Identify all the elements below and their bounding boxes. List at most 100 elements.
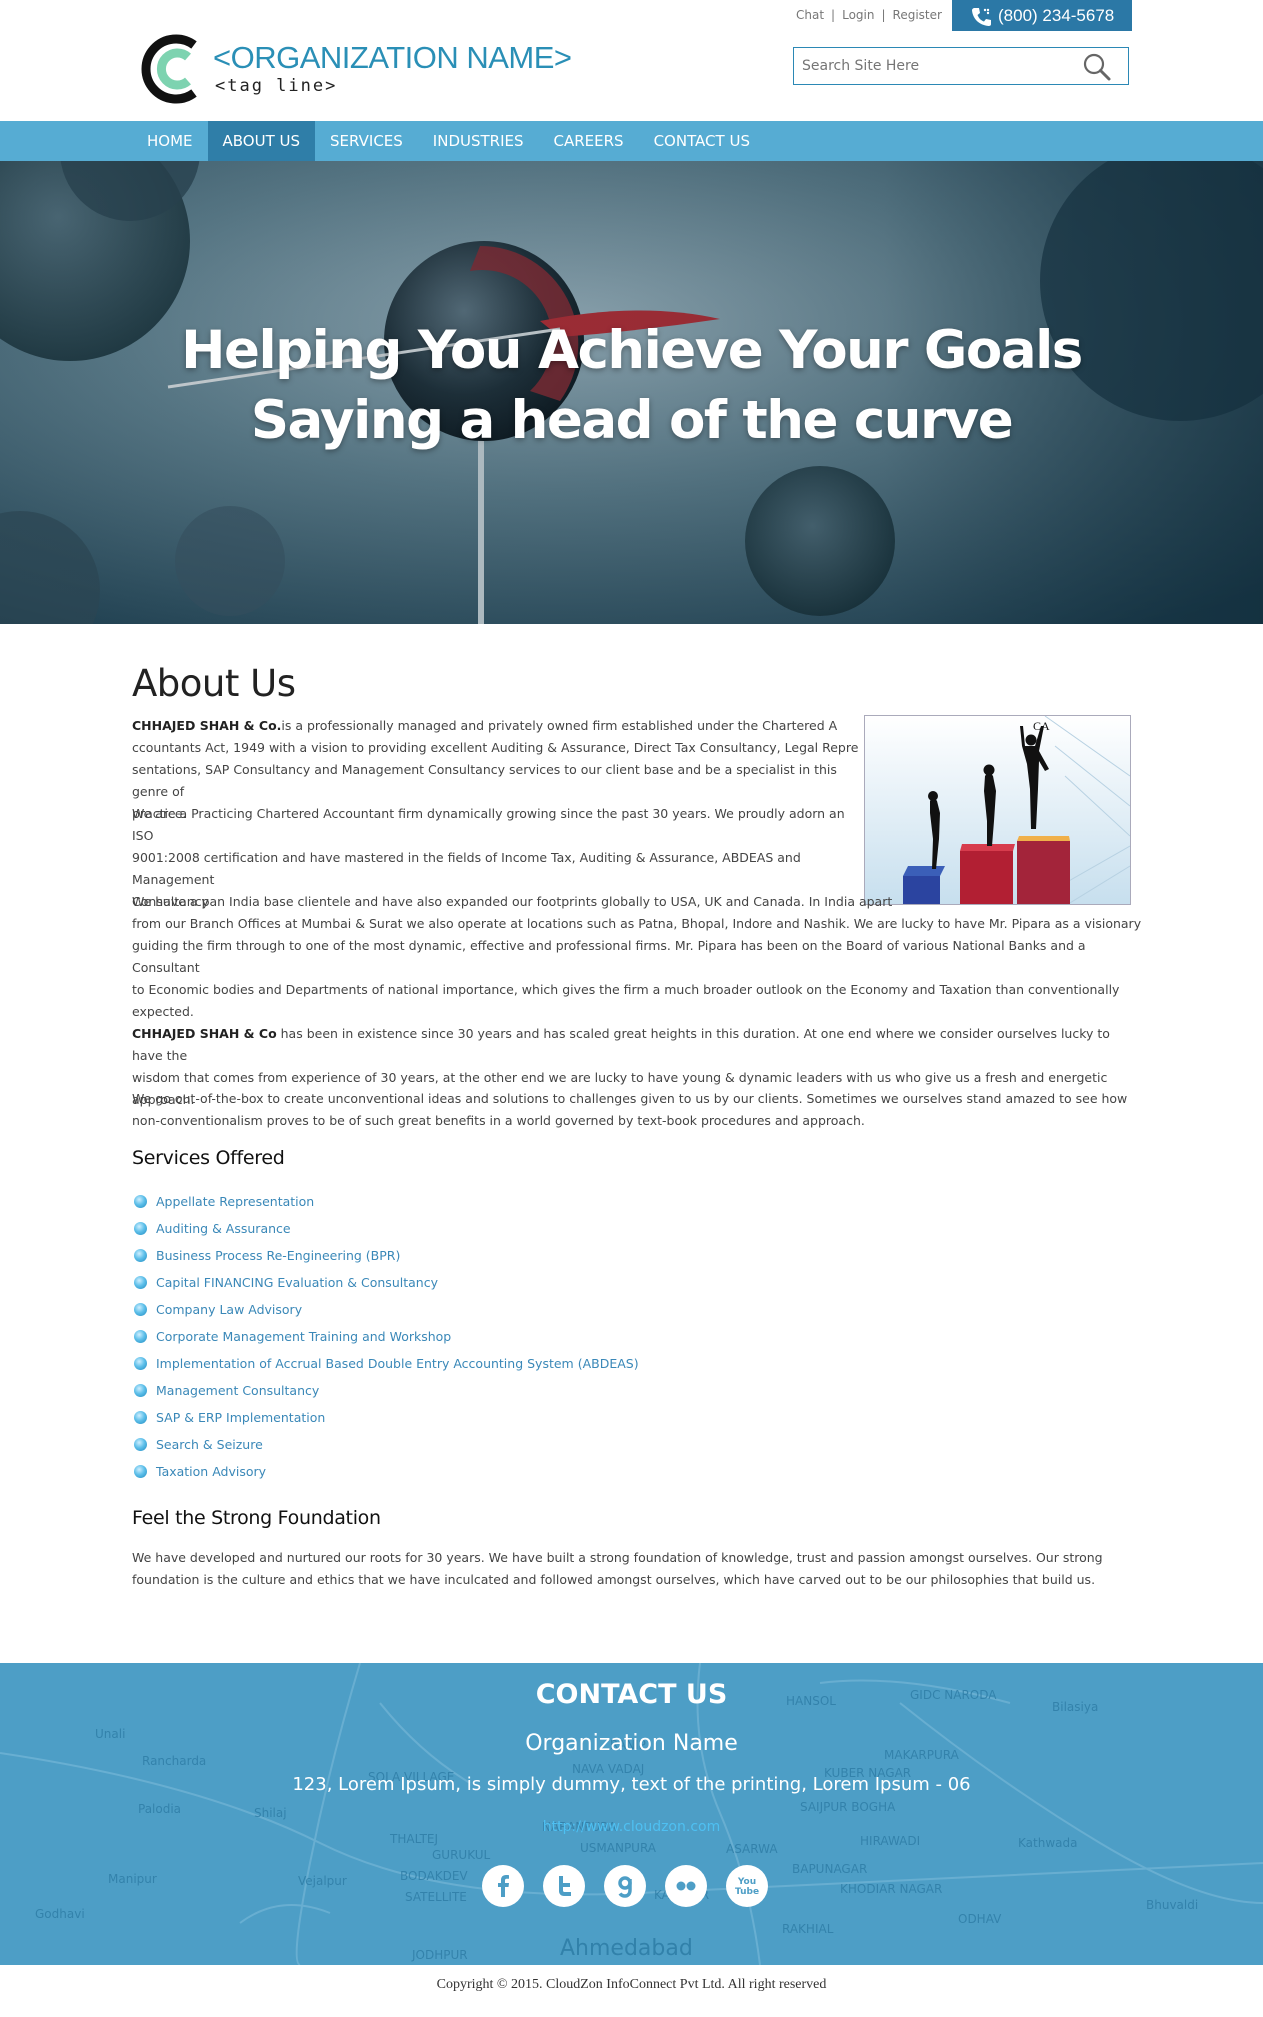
svg-text:Bhuvaldi: Bhuvaldi: [1146, 1898, 1198, 1912]
svg-text:Vejalpur: Vejalpur: [298, 1874, 347, 1888]
svg-text:ODHAV: ODHAV: [958, 1912, 1002, 1926]
service-item[interactable]: Corporate Management Training and Worksh…: [132, 1323, 639, 1350]
svg-text:Rancharda: Rancharda: [142, 1754, 206, 1768]
service-item[interactable]: Company Law Advisory: [132, 1296, 639, 1323]
podium-illustration: CA: [865, 716, 1130, 904]
svg-text:Palodia: Palodia: [138, 1802, 181, 1816]
svg-text:Shilaj: Shilaj: [254, 1806, 287, 1820]
nav-item-contact-us[interactable]: CONTACT US: [639, 121, 765, 161]
svg-text:Godhavi: Godhavi: [35, 1907, 85, 1921]
copyright: Copyright © 2015. CloudZon InfoConnect P…: [436, 1977, 827, 1992]
service-item[interactable]: Capital FINANCING Evaluation & Consultan…: [132, 1269, 639, 1296]
login-link[interactable]: Login: [842, 8, 874, 22]
logo-title: <ORGANIZATION NAME>: [213, 40, 572, 75]
register-link[interactable]: Register: [893, 8, 942, 22]
hero-banner: Helping You Achieve Your Goals Saying a …: [0, 161, 1263, 624]
about-paragraph-5: We go out-of-the-box to create unconvent…: [132, 1091, 1128, 1128]
service-item[interactable]: Auditing & Assurance: [132, 1215, 639, 1242]
phone-box[interactable]: (800) 234-5678: [952, 0, 1132, 31]
bullet-icon: [134, 1438, 147, 1451]
contact-org-name: Organization Name: [525, 1731, 738, 1756]
contact-website-link[interactable]: http://www.cloudzon.com: [0, 1819, 1263, 1835]
svg-text:USMANPURA: USMANPURA: [580, 1841, 657, 1855]
bullet-icon: [134, 1195, 147, 1208]
service-link[interactable]: Company Law Advisory: [156, 1302, 302, 1317]
nav-item-services[interactable]: SERVICES: [315, 121, 418, 161]
nav-item-about-us[interactable]: ABOUT US: [207, 121, 316, 161]
svg-text:Kathwada: Kathwada: [1018, 1836, 1077, 1850]
service-link[interactable]: Management Consultancy: [156, 1383, 319, 1398]
contact-heading: CONTACT US: [535, 1679, 728, 1710]
service-link[interactable]: Implementation of Accrual Based Double E…: [156, 1356, 639, 1371]
search-input[interactable]: [794, 48, 1090, 84]
service-item[interactable]: Appellate Representation: [132, 1188, 639, 1215]
site-search: [793, 47, 1129, 85]
bullet-icon: [134, 1384, 147, 1397]
about-image: CA: [864, 715, 1131, 905]
phone-number: (800) 234-5678: [998, 6, 1115, 25]
service-item[interactable]: Search & Seizure: [132, 1431, 639, 1458]
facebook-icon[interactable]: [482, 1865, 524, 1907]
bullet-icon: [134, 1411, 147, 1424]
foundation-heading: Feel the Strong Foundation: [132, 1507, 381, 1529]
nav-item-home[interactable]: HOME: [132, 121, 208, 161]
search-icon[interactable]: [1082, 52, 1112, 82]
bullet-icon: [134, 1330, 147, 1343]
svg-text:Manipur: Manipur: [108, 1872, 157, 1886]
bullet-icon: [134, 1303, 147, 1316]
top-links: Chat | Login | Register: [796, 8, 942, 22]
service-item[interactable]: Management Consultancy: [132, 1377, 639, 1404]
bullet-icon: [134, 1357, 147, 1370]
svg-text:BODAKDEV: BODAKDEV: [400, 1869, 468, 1883]
page-title: About Us: [132, 662, 296, 705]
svg-text:Tube: Tube: [735, 1887, 759, 1897]
twitter-icon[interactable]: [543, 1865, 585, 1907]
svg-text:RAKHIAL: RAKHIAL: [782, 1922, 834, 1936]
svg-text:HIRAWADI: HIRAWADI: [860, 1834, 920, 1848]
logo-tagline: <tag line>: [215, 76, 338, 96]
service-link[interactable]: Appellate Representation: [156, 1194, 314, 1209]
service-link[interactable]: Capital FINANCING Evaluation & Consultan…: [156, 1275, 438, 1290]
svg-text:JODHPUR: JODHPUR: [411, 1948, 468, 1962]
service-link[interactable]: Taxation Advisory: [156, 1464, 266, 1479]
social-links: You Tube: [482, 1865, 787, 1907]
service-link[interactable]: SAP & ERP Implementation: [156, 1410, 325, 1425]
svg-text:KHODIAR NAGAR: KHODIAR NAGAR: [840, 1882, 942, 1896]
svg-text:GURUKUL: GURUKUL: [432, 1848, 491, 1862]
service-link[interactable]: Business Process Re-Engineering (BPR): [156, 1248, 400, 1263]
svg-text:Ahmedabad: Ahmedabad: [560, 1936, 693, 1961]
phone-icon: [972, 8, 991, 26]
hero-heading-1: Helping You Achieve Your Goals: [181, 320, 1083, 381]
service-item[interactable]: SAP & ERP Implementation: [132, 1404, 639, 1431]
svg-text:SATELLITE: SATELLITE: [405, 1890, 467, 1904]
svg-text:You: You: [737, 1877, 756, 1887]
contact-address: 123, Lorem Ipsum, is simply dummy, text …: [292, 1774, 971, 1795]
google-icon[interactable]: [604, 1865, 646, 1907]
logo-mark-icon: [141, 34, 197, 104]
company-name: CHHAJED SHAH & Co.: [132, 718, 282, 733]
main-nav: HOME ABOUT US SERVICES INDUSTRIES CAREERS CON…: [0, 121, 1263, 161]
youtube-icon[interactable]: You Tube: [726, 1865, 768, 1907]
nav-item-industries[interactable]: INDUSTRIES: [418, 121, 539, 161]
service-link[interactable]: Corporate Management Training and Worksh…: [156, 1329, 451, 1344]
about-paragraph-3: We have a pan India base clientele and h…: [132, 894, 1142, 1019]
svg-text:BAPUNAGAR: BAPUNAGAR: [792, 1862, 867, 1876]
bullet-icon: [134, 1276, 147, 1289]
service-item[interactable]: Business Process Re-Engineering (BPR): [132, 1242, 639, 1269]
service-item[interactable]: Taxation Advisory: [132, 1458, 639, 1485]
nav-item-careers[interactable]: CAREERS: [539, 121, 639, 161]
flickr-icon[interactable]: [665, 1865, 707, 1907]
service-item[interactable]: Implementation of Accrual Based Double E…: [132, 1350, 639, 1377]
bullet-icon: [134, 1465, 147, 1478]
hero-heading-2: Saying a head of the curve: [250, 390, 1014, 451]
contact-footer: Unali Rancharda Palodia Shilaj Manipur G…: [0, 1663, 1263, 1965]
chat-link[interactable]: Chat: [796, 8, 824, 22]
svg-text:ASARWA: ASARWA: [726, 1842, 778, 1856]
svg-text:SAIJPUR BOGHA: SAIJPUR BOGHA: [800, 1800, 896, 1814]
foundation-paragraph: We have developed and nurtured our roots…: [132, 1550, 1103, 1587]
service-link[interactable]: Search & Seizure: [156, 1437, 263, 1452]
bullet-icon: [134, 1222, 147, 1235]
service-link[interactable]: Auditing & Assurance: [156, 1221, 291, 1236]
bullet-icon: [134, 1249, 147, 1262]
services-heading: Services Offered: [132, 1147, 285, 1169]
